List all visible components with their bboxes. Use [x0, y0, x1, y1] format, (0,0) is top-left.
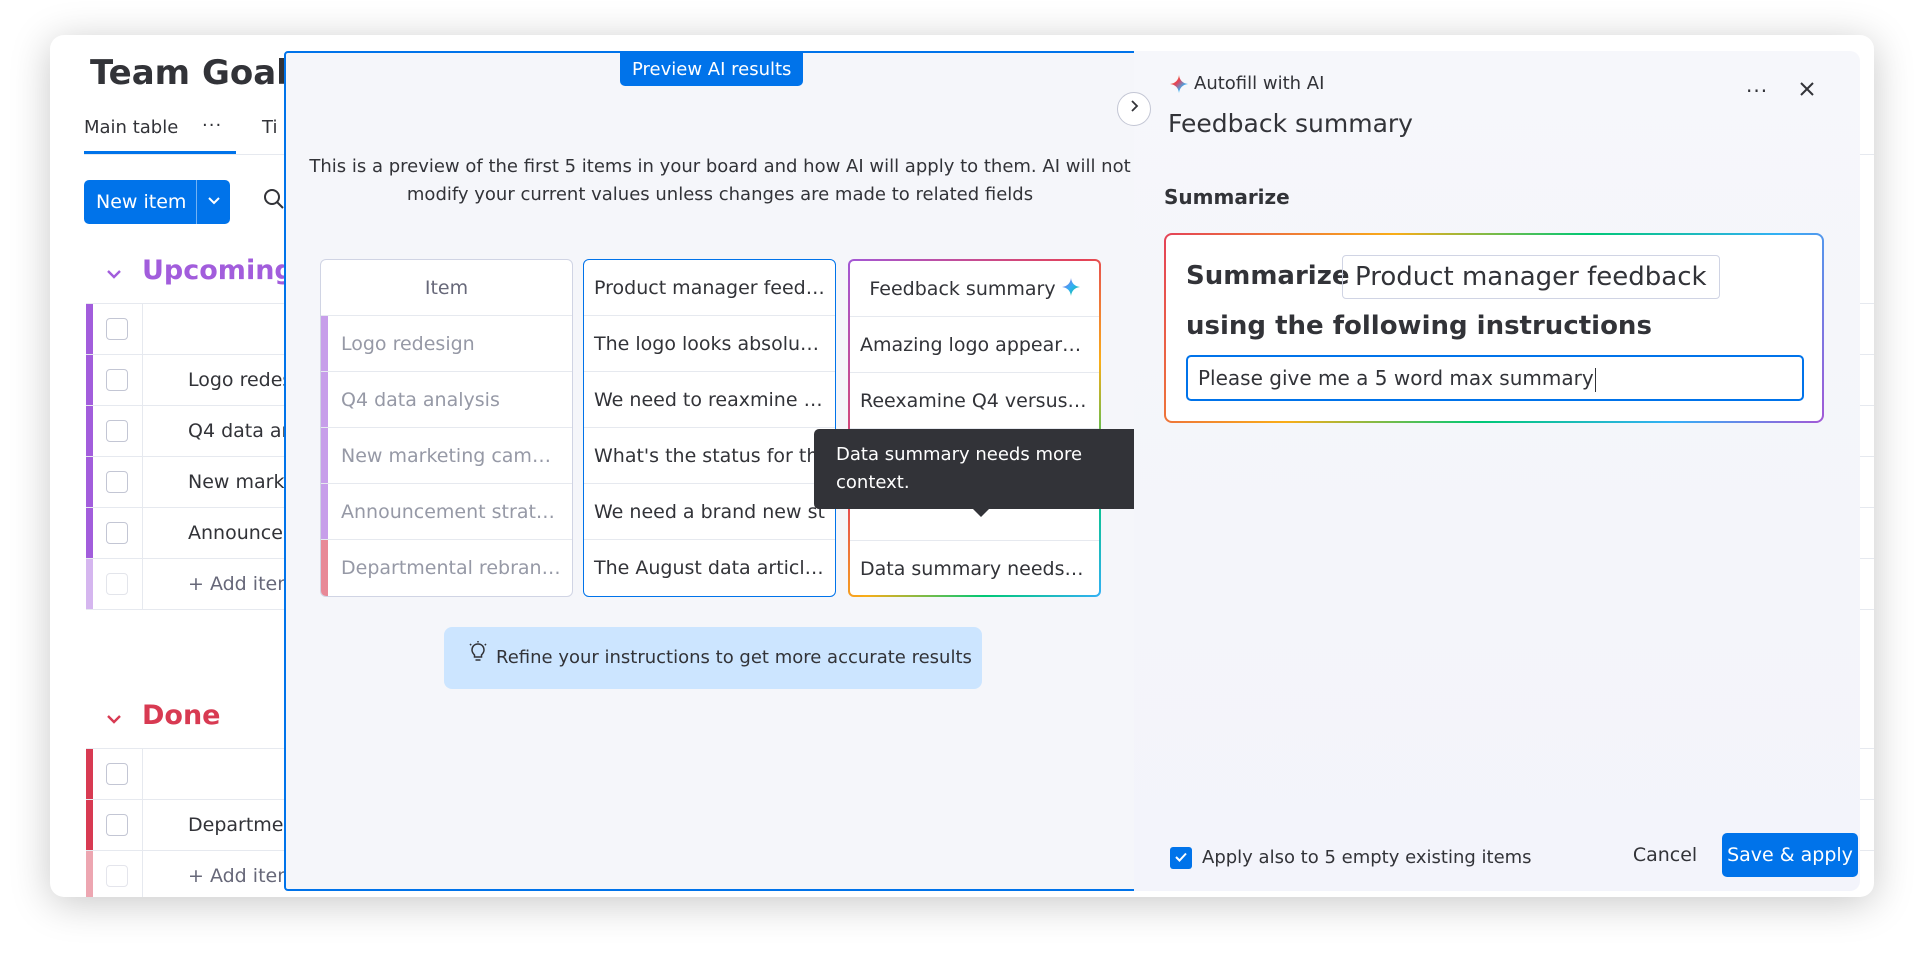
close-icon[interactable] [1798, 79, 1816, 104]
panel-title: Feedback summary [1168, 109, 1413, 138]
row-checkbox[interactable] [106, 522, 128, 544]
autofill-panel: Autofill with AI Feedback summary ··· Su… [1134, 51, 1860, 891]
column-header-label: Feedback summary [869, 278, 1056, 300]
refine-hint-banner: Refine your instructions to get more acc… [444, 627, 982, 689]
preview-cell: We need to reaxmine Q4... [584, 372, 835, 428]
preview-badge: Preview AI results [620, 53, 804, 86]
cancel-button[interactable]: Cancel [1624, 833, 1706, 877]
select-all-checkbox[interactable] [106, 318, 128, 340]
prompt-verb: Summarize [1186, 261, 1350, 291]
preview-cell: We need a brand new st [584, 484, 835, 540]
group-header-done[interactable]: Done [106, 700, 221, 731]
board-title: Team Goals [90, 53, 309, 93]
group-name: Done [142, 700, 221, 731]
tooltip: Data summary needs more context. [814, 429, 1148, 517]
group-color-bar [86, 304, 93, 354]
more-options-button[interactable]: ··· [1746, 79, 1768, 103]
instructions-input[interactable]: Please give me a 5 word max summary [1186, 355, 1804, 401]
chevron-down-icon[interactable] [106, 263, 126, 284]
autofill-eyebrow: Autofill with AI [1170, 73, 1324, 95]
preview-cell: Logo redesign [321, 316, 572, 372]
preview-column-summary: Feedback summary Amazing logo appearanc.… [848, 259, 1101, 597]
item-name[interactable]: Q4 data ar [188, 420, 289, 442]
app-window: Team Goals Main table ··· Ti New item Up… [50, 35, 1874, 897]
preview-cell: Reexamine Q4 versus Q... [850, 373, 1099, 429]
preview-column-items: Item Logo redesign Q4 data analysis New … [320, 259, 573, 597]
tab-main-table[interactable]: Main table [84, 117, 178, 138]
new-item-dropdown-button[interactable] [200, 191, 228, 213]
tooltip-text: Data summary needs more context. [836, 444, 1083, 493]
column-header: Feedback summary [850, 261, 1099, 317]
new-item-label: New item [96, 191, 187, 213]
chevron-down-icon [208, 197, 220, 205]
row-checkbox[interactable] [106, 369, 128, 391]
apply-existing-label[interactable]: Apply also to 5 empty existing items [1202, 847, 1532, 868]
preview-cell[interactable]: Data summary needs mo... [850, 541, 1099, 595]
preview-column-feedback: Product manager feedba... The logo looks… [583, 259, 836, 597]
prompt-builder: Summarize Product manager feedback using… [1164, 233, 1824, 423]
tab-second[interactable]: Ti [262, 117, 277, 138]
row-checkbox [106, 573, 128, 595]
prompt-connector-text: using the following instructions [1186, 311, 1652, 341]
add-item-input[interactable]: + Add item [188, 865, 296, 887]
item-name[interactable]: Announcer [188, 522, 291, 544]
group-name: Upcoming [142, 255, 294, 286]
instructions-value: Please give me a 5 word max summary [1198, 366, 1594, 390]
preview-cell: The August data article ... [594, 557, 835, 579]
preview-description: This is a preview of the first 5 items i… [309, 156, 1131, 205]
group-header-upcoming[interactable]: Upcoming [106, 255, 294, 286]
collapse-preview-button[interactable] [1117, 92, 1151, 126]
tab-menu-button[interactable]: ··· [202, 115, 222, 136]
board-edge [1860, 35, 1874, 897]
apply-existing-checkbox[interactable] [1170, 847, 1192, 869]
item-name[interactable]: Logo redes [188, 369, 292, 391]
row-checkbox[interactable] [106, 814, 128, 836]
column-header: Item [321, 260, 572, 316]
row-checkbox[interactable] [106, 471, 128, 493]
preview-cell: Q4 data analysis [321, 372, 572, 428]
add-item-input[interactable]: + Add item [188, 573, 296, 595]
source-column-select[interactable]: Product manager feedback [1342, 255, 1720, 299]
save-apply-button[interactable]: Save & apply [1722, 833, 1858, 877]
new-item-divider [196, 180, 197, 224]
lightbulb-icon [468, 627, 488, 689]
item-name[interactable]: Departmer [188, 814, 291, 836]
preview-cell: The logo looks absolutel... [584, 316, 835, 372]
preview-cell: Announcement strategy [321, 484, 572, 540]
item-name[interactable]: New marke [188, 471, 295, 493]
row-checkbox[interactable] [106, 420, 128, 442]
preview-panel: Preview AI results This is a preview of … [284, 51, 1152, 891]
ai-sparkle-icon [1061, 262, 1080, 317]
preview-cell: What's the status for thi [584, 428, 835, 484]
preview-cell: Amazing logo appearanc... [850, 317, 1099, 373]
chevron-down-icon[interactable] [106, 708, 126, 729]
check-icon [1175, 852, 1187, 862]
text-caret [1594, 367, 1596, 392]
chevron-right-icon [1131, 100, 1139, 112]
refine-hint-text: Refine your instructions to get more acc… [496, 647, 972, 668]
row-checkbox [106, 865, 128, 887]
select-all-checkbox[interactable] [106, 763, 128, 785]
preview-cell: New marketing campai... [321, 428, 572, 484]
ai-sparkle-icon [1170, 74, 1188, 95]
column-header: Product manager feedba... [584, 260, 835, 316]
section-label: Summarize [1164, 185, 1290, 209]
preview-cell: Departmental rebrand b... [321, 540, 572, 596]
autofill-eyebrow-text: Autofill with AI [1194, 73, 1325, 94]
